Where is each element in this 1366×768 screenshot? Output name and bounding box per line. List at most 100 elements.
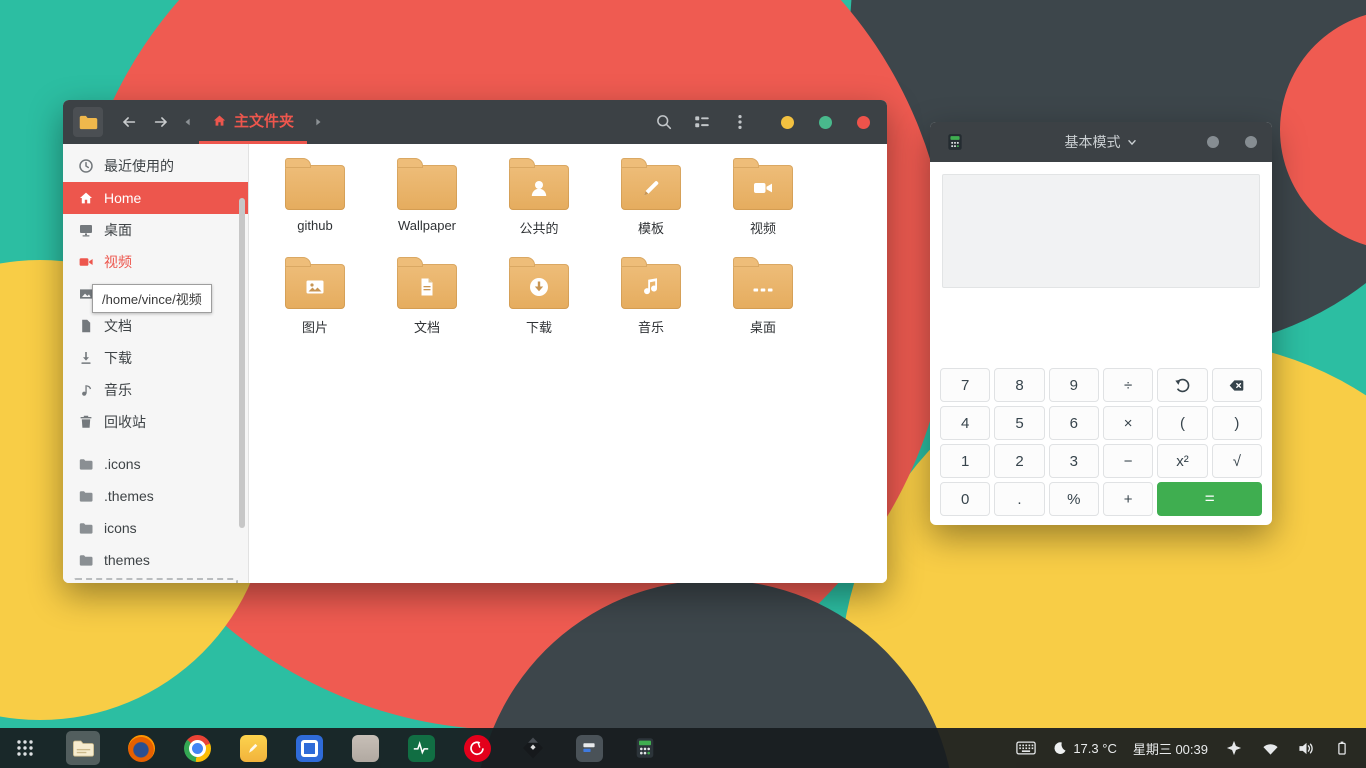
sidebar-item-dot-themes[interactable]: .themes bbox=[63, 480, 248, 512]
folder-icon bbox=[509, 257, 569, 309]
sidebar-item-home[interactable]: Home bbox=[63, 182, 248, 214]
file-item-videos[interactable]: 视频 bbox=[707, 156, 819, 255]
taskbar-text-editor[interactable] bbox=[238, 733, 268, 763]
system-monitor-icon bbox=[407, 734, 435, 762]
minimize-button[interactable] bbox=[1207, 136, 1219, 148]
key-percent[interactable]: % bbox=[1048, 482, 1099, 516]
key-9[interactable]: 9 bbox=[1048, 368, 1099, 402]
key-7[interactable]: 7 bbox=[940, 368, 991, 402]
key-8[interactable]: 8 bbox=[994, 368, 1045, 402]
sidebar-item-themes[interactable]: themes bbox=[63, 544, 248, 576]
sidebar-item-downloads[interactable]: 下载 bbox=[63, 342, 248, 374]
sidebar: 最近使用的 Home 桌面 视频 文档 下载 音乐 回收站 .icons .th… bbox=[63, 144, 249, 583]
weather-indicator[interactable]: 17.3 °C bbox=[1052, 741, 1117, 756]
clock-label[interactable]: 星期三 00:39 bbox=[1133, 739, 1208, 758]
taskbar-blue-app[interactable] bbox=[294, 733, 324, 763]
file-item-templates[interactable]: 模板 bbox=[595, 156, 707, 255]
taskbar-chrome[interactable] bbox=[182, 733, 212, 763]
file-item-wallpaper[interactable]: Wallpaper bbox=[371, 156, 483, 255]
sidebar-label: 桌面 bbox=[104, 222, 132, 238]
file-item-documents[interactable]: 文档 bbox=[371, 255, 483, 354]
tray-battery[interactable] bbox=[1332, 738, 1352, 758]
tray-network[interactable] bbox=[1260, 738, 1280, 758]
key-square[interactable]: x² bbox=[1157, 444, 1208, 478]
sidebar-scrollbar[interactable] bbox=[239, 198, 245, 528]
key-0[interactable]: 0 bbox=[940, 482, 991, 516]
key-3[interactable]: 3 bbox=[1048, 444, 1099, 478]
tray-volume[interactable] bbox=[1296, 738, 1316, 758]
file-item-desktop[interactable]: 桌面 bbox=[707, 255, 819, 354]
view-toggle-button[interactable] bbox=[687, 107, 717, 137]
close-button[interactable] bbox=[1245, 136, 1257, 148]
file-item-public[interactable]: 公共的 bbox=[483, 156, 595, 255]
sidebar-item-trash[interactable]: 回收站 bbox=[63, 406, 248, 438]
close-button[interactable] bbox=[857, 115, 870, 129]
taskbar-file-manager[interactable] bbox=[66, 731, 100, 765]
taskbar-archive-app[interactable] bbox=[350, 733, 380, 763]
file-label: 公共的 bbox=[519, 221, 559, 236]
key-2[interactable]: 2 bbox=[994, 444, 1045, 478]
folder-icon bbox=[509, 158, 569, 210]
key-dot[interactable]: . bbox=[994, 482, 1045, 516]
taskbar-inkscape[interactable] bbox=[518, 733, 548, 763]
menu-button[interactable] bbox=[725, 107, 755, 137]
blue-app-icon bbox=[295, 734, 323, 762]
key-divide[interactable]: ÷ bbox=[1102, 368, 1154, 402]
download-emblem bbox=[530, 277, 548, 296]
app-icon-button[interactable] bbox=[73, 107, 103, 137]
forward-arrow-icon bbox=[154, 117, 167, 127]
folder-icon bbox=[621, 158, 681, 210]
back-button[interactable] bbox=[113, 106, 145, 138]
launcher-button[interactable] bbox=[10, 733, 40, 763]
key-undo[interactable] bbox=[1157, 368, 1208, 402]
key-multiply[interactable]: × bbox=[1102, 406, 1154, 440]
sidebar-label: 最近使用的 bbox=[104, 158, 174, 174]
key-plus[interactable]: + bbox=[1102, 482, 1154, 516]
breadcrumb[interactable]: 主文件夹 bbox=[199, 100, 308, 144]
taskbar-calculator[interactable] bbox=[630, 733, 660, 763]
key-5[interactable]: 5 bbox=[994, 406, 1045, 440]
minimize-button[interactable] bbox=[781, 115, 794, 129]
taskbar-netease-music[interactable] bbox=[462, 733, 492, 763]
folder-icon bbox=[397, 257, 457, 309]
search-button[interactable] bbox=[649, 107, 679, 137]
sidebar-item-videos[interactable]: 视频 bbox=[63, 246, 248, 278]
file-item-music[interactable]: 音乐 bbox=[595, 255, 707, 354]
sidebar-item-documents[interactable]: 文档 bbox=[63, 310, 248, 342]
breadcrumb-label: 主文件夹 bbox=[234, 113, 295, 130]
sidebar-item-desktop[interactable]: 桌面 bbox=[63, 214, 248, 246]
key-1[interactable]: 1 bbox=[940, 444, 991, 478]
key-equals[interactable]: = bbox=[1157, 482, 1262, 516]
key-6[interactable]: 6 bbox=[1048, 406, 1099, 440]
document-emblem bbox=[421, 278, 433, 295]
keyboard-indicator[interactable] bbox=[1016, 738, 1037, 758]
key-sqrt[interactable]: √ bbox=[1211, 444, 1262, 478]
video-icon bbox=[79, 258, 93, 266]
taskbar-system-monitor[interactable] bbox=[406, 733, 436, 763]
sidebar-item-dot-icons[interactable]: .icons bbox=[63, 448, 248, 480]
forward-button[interactable] bbox=[145, 106, 177, 138]
taskbar-utility-app[interactable] bbox=[574, 733, 604, 763]
key-4[interactable]: 4 bbox=[940, 406, 991, 440]
template-emblem bbox=[644, 180, 659, 195]
sidebar-item-icons[interactable]: icons bbox=[63, 512, 248, 544]
file-label: 音乐 bbox=[637, 320, 664, 335]
breadcrumb-right-chevron-icon[interactable] bbox=[313, 117, 323, 127]
text-editor-icon bbox=[239, 734, 267, 762]
maximize-button[interactable] bbox=[819, 115, 832, 129]
key-backspace[interactable] bbox=[1211, 368, 1262, 402]
tray-star[interactable] bbox=[1224, 738, 1244, 758]
sidebar-label: 视频 bbox=[104, 254, 132, 270]
sidebar-item-recent[interactable]: 最近使用的 bbox=[63, 150, 248, 182]
file-item-downloads[interactable]: 下载 bbox=[483, 255, 595, 354]
key-close-paren[interactable]: ) bbox=[1211, 406, 1262, 440]
file-item-github[interactable]: github bbox=[259, 156, 371, 255]
key-minus[interactable]: − bbox=[1102, 444, 1154, 478]
taskbar-firefox[interactable] bbox=[126, 733, 156, 763]
key-open-paren[interactable]: ( bbox=[1157, 406, 1208, 440]
folder-icon bbox=[79, 523, 93, 534]
file-item-pictures[interactable]: 图片 bbox=[259, 255, 371, 354]
calculator-app-icon bbox=[948, 134, 962, 150]
sidebar-item-music[interactable]: 音乐 bbox=[63, 374, 248, 406]
breadcrumb-left-chevron-icon[interactable] bbox=[183, 117, 193, 127]
